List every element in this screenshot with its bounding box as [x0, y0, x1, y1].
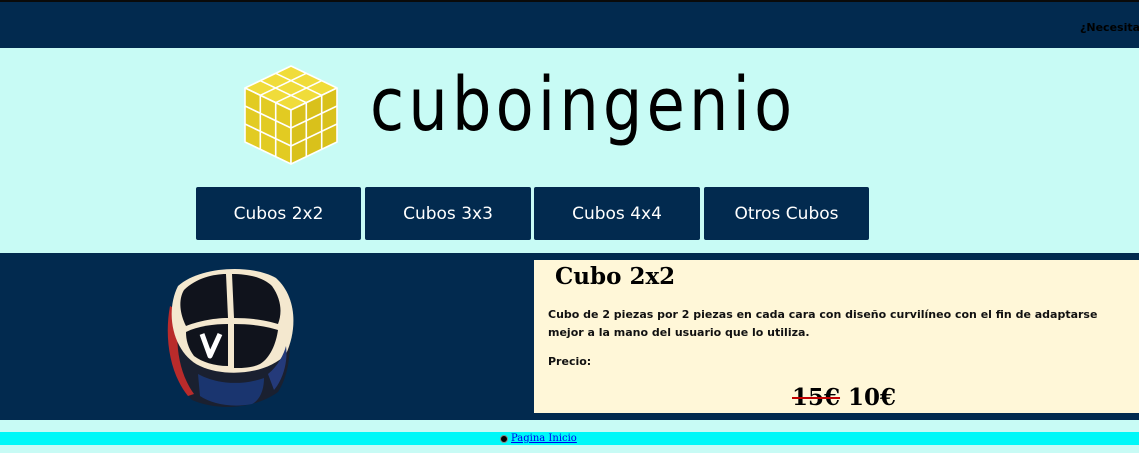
- bullet-icon: [500, 434, 508, 443]
- nav-otros-cubos[interactable]: Otros Cubos: [704, 187, 869, 240]
- help-text[interactable]: ¿Necesita: [1080, 21, 1139, 34]
- old-price: 15€: [792, 384, 841, 411]
- rubik-2x2-cube-image: [167, 268, 294, 407]
- price-row: 15€ 10€: [792, 384, 896, 411]
- nav-cubos-3x3[interactable]: Cubos 3x3: [365, 187, 531, 240]
- brand-logo-text: cuboingenio: [370, 62, 797, 148]
- yellow-cube-logo-icon: [244, 65, 338, 165]
- nav-cubos-2x2[interactable]: Cubos 2x2: [196, 187, 361, 240]
- top-bar: ¿Necesita: [0, 0, 1139, 48]
- home-link[interactable]: Pagina Inicio: [511, 433, 577, 444]
- product-info-panel: Cubo 2x2 Cubo de 2 piezas por 2 piezas e…: [534, 260, 1139, 413]
- new-price: 10€: [848, 384, 897, 411]
- footer-nav: Pagina Inicio: [500, 432, 577, 445]
- price-label: Precio:: [548, 355, 592, 368]
- product-description: Cubo de 2 piezas por 2 piezas en cada ca…: [548, 308, 1098, 339]
- nav-cubos-4x4[interactable]: Cubos 4x4: [534, 187, 700, 240]
- product-title: Cubo 2x2: [555, 263, 676, 290]
